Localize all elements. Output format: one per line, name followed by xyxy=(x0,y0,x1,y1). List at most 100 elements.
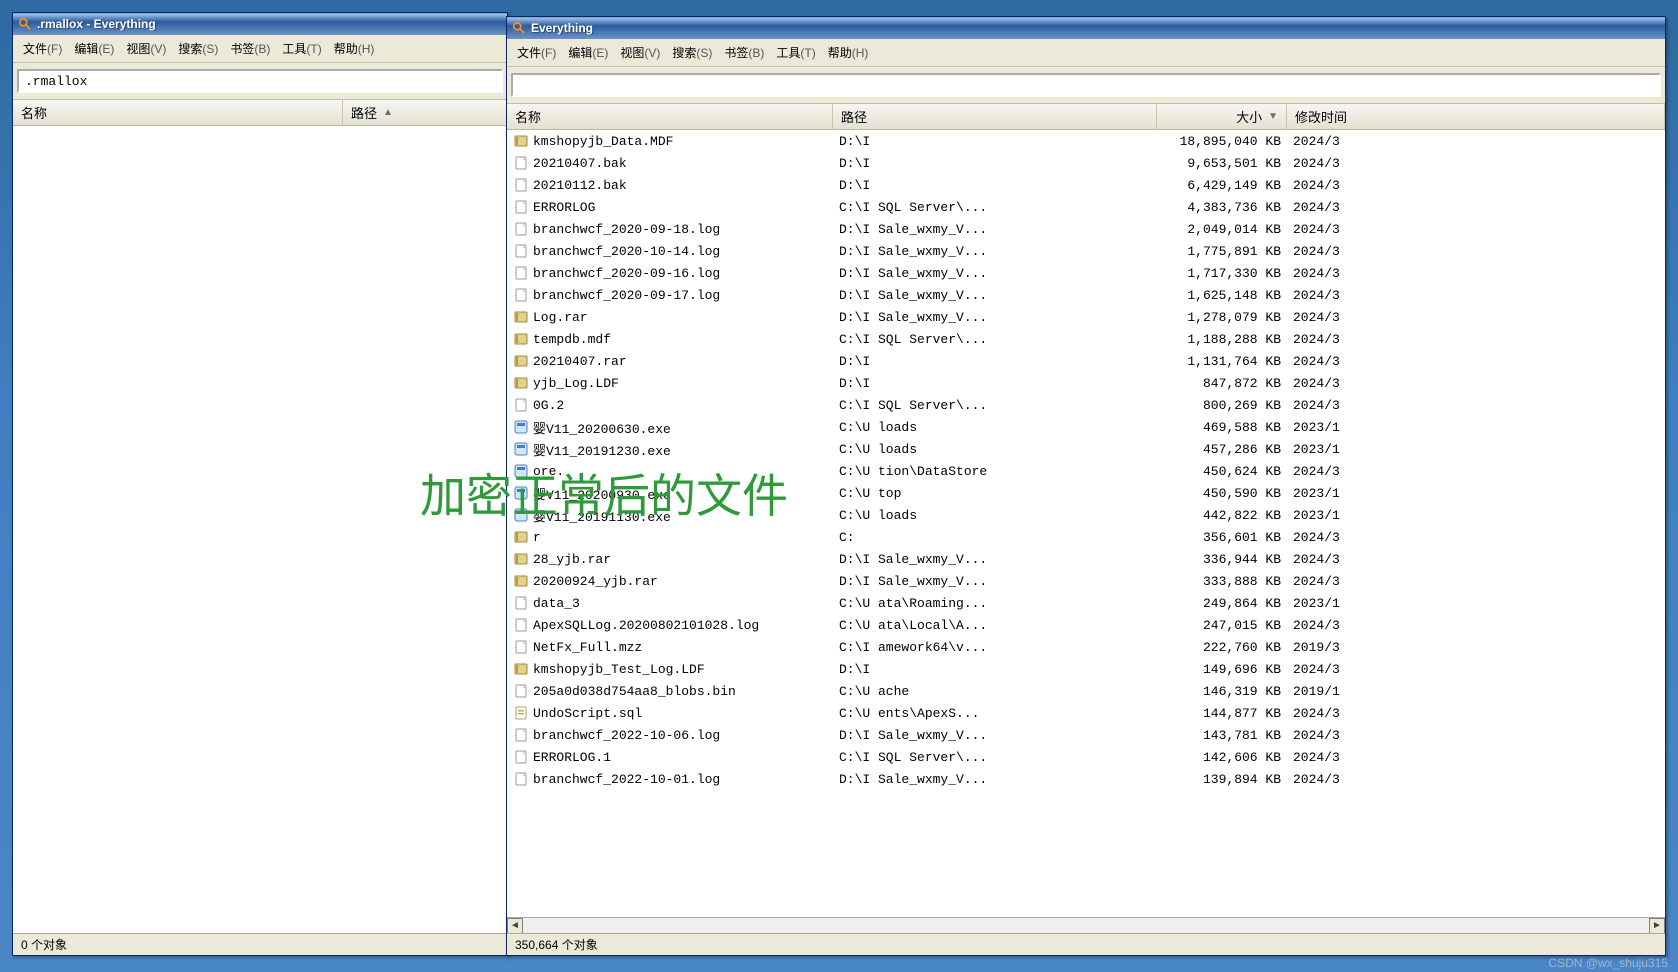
table-row[interactable]: 20210112.bakD:\I6,429,149 KB2024/3 xyxy=(507,174,1665,196)
cell-path: C:\I SQL Server\... xyxy=(833,332,1157,347)
table-row[interactable]: 28_yjb.rarD:\I Sale_wxmy_V...336,944 KB2… xyxy=(507,548,1665,570)
column-headers-right: 名称 路径 大小▼ 修改时间 xyxy=(507,104,1665,130)
cell-name: NetFx_Full.mzz xyxy=(507,639,833,655)
table-row[interactable]: ERRORLOG.1C:\I SQL Server\...142,606 KB2… xyxy=(507,746,1665,768)
table-row[interactable]: 婴V11_20191230.exeC:\U loads457,286 KB202… xyxy=(507,438,1665,460)
menu-帮助[interactable]: 帮助(H) xyxy=(822,42,875,63)
cell-date: 2024/3 xyxy=(1287,156,1665,171)
cell-date: 2024/3 xyxy=(1287,178,1665,193)
cell-path: C:\U loads xyxy=(833,420,1157,435)
col-date[interactable]: 修改时间 xyxy=(1287,104,1665,129)
table-row[interactable]: Log.rarD:\I Sale_wxmy_V...1,278,079 KB20… xyxy=(507,306,1665,328)
table-row[interactable]: 婴V11_20200930.exeC:\U top450,590 KB2023/… xyxy=(507,482,1665,504)
table-row[interactable]: 婴V11_20200630.exeC:\U loads469,588 KB202… xyxy=(507,416,1665,438)
cell-name: 28_yjb.rar xyxy=(507,551,833,567)
col-path[interactable]: 路径▲ xyxy=(343,100,507,125)
table-row[interactable]: ore. C:\U tion\DataStore450,624 KB2024/3 xyxy=(507,460,1665,482)
cell-size: 1,188,288 KB xyxy=(1157,332,1287,347)
cell-path: C:\U loads xyxy=(833,442,1157,457)
col-name[interactable]: 名称 xyxy=(13,100,343,125)
table-row[interactable]: data_3C:\U ata\Roaming...249,864 KB2023/… xyxy=(507,592,1665,614)
titlebar-left[interactable]: .rmallox - Everything xyxy=(13,13,507,35)
menu-搜索[interactable]: 搜索(S) xyxy=(666,42,718,63)
cell-name: 0G.2 xyxy=(507,397,833,413)
table-row[interactable]: branchwcf_2022-10-01.log D:\I Sale_wxmy_V… xyxy=(507,768,1665,790)
table-row[interactable]: ERRORLOGC:\I SQL Server\...4,383,736 KB2… xyxy=(507,196,1665,218)
cell-path: C:\U ache xyxy=(833,684,1157,699)
menu-工具[interactable]: 工具(T) xyxy=(770,42,821,63)
scroll-right-icon[interactable]: ► xyxy=(1649,918,1665,934)
menu-编辑[interactable]: 编辑(E) xyxy=(562,42,614,63)
cell-size: 6,429,149 KB xyxy=(1157,178,1287,193)
file-name: branchwcf_2020-10-14.log xyxy=(533,244,720,259)
titlebar-right[interactable]: Everything xyxy=(507,17,1665,39)
file-name: branchwcf_2022-10-01.log xyxy=(533,772,720,787)
cell-size: 1,131,764 KB xyxy=(1157,354,1287,369)
table-row[interactable]: branchwcf_2020-09-17.logD:\I Sale_wxmy_V… xyxy=(507,284,1665,306)
file-name: 205a0d038d754aa8_blobs.bin xyxy=(533,684,736,699)
cell-date: 2024/3 xyxy=(1287,244,1665,259)
menu-工具[interactable]: 工具(T) xyxy=(276,38,327,59)
col-size[interactable]: 大小▼ xyxy=(1157,104,1287,129)
table-row[interactable]: branchwcf_2020-09-16.logD:\I Sale_wxmy_V… xyxy=(507,262,1665,284)
table-row[interactable]: branchwcf_2020-09-18.logD:\I Sale_wxmy_V… xyxy=(507,218,1665,240)
table-row[interactable]: branchwcf_2022-10-06.logD:\I Sale_wxmy_V… xyxy=(507,724,1665,746)
menu-搜索[interactable]: 搜索(S) xyxy=(172,38,224,59)
cell-name: 205a0d038d754aa8_blobs.bin xyxy=(507,683,833,699)
table-row[interactable]: tempdb.mdfC:\I SQL Server\...1,188,288 K… xyxy=(507,328,1665,350)
scroll-track[interactable] xyxy=(523,918,1649,934)
table-row[interactable]: 婴V11_20191130.exeC:\U loads442,822 KB202… xyxy=(507,504,1665,526)
file-name: Log.rar xyxy=(533,310,588,325)
cell-path: C:\I amework64\v... xyxy=(833,640,1157,655)
menu-书签[interactable]: 书签(B) xyxy=(718,42,770,63)
menu-视图[interactable]: 视图(V) xyxy=(120,38,172,59)
file-name: data_3 xyxy=(533,596,580,611)
table-row[interactable]: ApexSQLLog.20200802101028.logC:\U ata\Lo… xyxy=(507,614,1665,636)
search-input[interactable] xyxy=(511,73,1661,97)
table-row[interactable]: kmshopyjb_Test_Log.LDFD:\I149,696 KB2024… xyxy=(507,658,1665,680)
results-list-left[interactable] xyxy=(13,126,507,933)
scroll-left-icon[interactable]: ◄ xyxy=(507,918,523,934)
table-row[interactable]: yjb_Log.LDFD:\I847,872 KB2024/3 xyxy=(507,372,1665,394)
menu-编辑[interactable]: 编辑(E) xyxy=(68,38,120,59)
menu-文件[interactable]: 文件(F) xyxy=(17,38,68,59)
table-row[interactable]: 0G.2C:\I SQL Server\...800,269 KB2024/3 xyxy=(507,394,1665,416)
results-list-right[interactable]: kmshopyjb_Data.MDFD:\I18,895,040 KB2024/… xyxy=(507,130,1665,917)
menu-帮助[interactable]: 帮助(H) xyxy=(328,38,381,59)
cell-name: kmshopyjb_Data.MDF xyxy=(507,133,833,149)
file-name: UndoScript.sql xyxy=(533,706,642,721)
table-row[interactable]: branchwcf_2020-10-14.logD:\I Sale_wxmy_V… xyxy=(507,240,1665,262)
cell-date: 2023/1 xyxy=(1287,508,1665,523)
search-input[interactable] xyxy=(17,69,503,93)
search-wrap xyxy=(507,67,1665,104)
cell-size: 1,278,079 KB xyxy=(1157,310,1287,325)
col-name[interactable]: 名称 xyxy=(507,104,833,129)
file-icon xyxy=(513,221,529,237)
table-row[interactable]: 20210407.rarD:\I1,131,764 KB2024/3 xyxy=(507,350,1665,372)
col-path[interactable]: 路径 xyxy=(833,104,1157,129)
table-row[interactable]: 20200924_yjb.rarD:\I Sale_wxmy_V...333,8… xyxy=(507,570,1665,592)
cell-path: D:\I xyxy=(833,376,1157,391)
table-row[interactable]: kmshopyjb_Data.MDFD:\I18,895,040 KB2024/… xyxy=(507,130,1665,152)
archive-icon xyxy=(513,529,529,545)
cell-date: 2024/3 xyxy=(1287,354,1665,369)
cell-size: 9,653,501 KB xyxy=(1157,156,1287,171)
table-row[interactable]: NetFx_Full.mzzC:\I amework64\v...222,760… xyxy=(507,636,1665,658)
table-row[interactable]: 20210407.bakD:\I9,653,501 KB2024/3 xyxy=(507,152,1665,174)
cell-size: 222,760 KB xyxy=(1157,640,1287,655)
menu-书签[interactable]: 书签(B) xyxy=(224,38,276,59)
menu-视图[interactable]: 视图(V) xyxy=(614,42,666,63)
cell-path: D:\I Sale_wxmy_V... xyxy=(833,772,1157,787)
archive-icon xyxy=(513,133,529,149)
file-name: r xyxy=(533,530,541,545)
cell-size: 247,015 KB xyxy=(1157,618,1287,633)
hscrollbar[interactable]: ◄ ► xyxy=(507,917,1665,933)
menu-文件[interactable]: 文件(F) xyxy=(511,42,562,63)
table-row[interactable]: UndoScript.sqlC:\U ents\ApexS...144,877 … xyxy=(507,702,1665,724)
file-icon xyxy=(513,771,529,787)
cell-path: C:\I SQL Server\... xyxy=(833,200,1157,215)
cell-name: ERRORLOG xyxy=(507,199,833,215)
file-name: 28_yjb.rar xyxy=(533,552,611,567)
table-row[interactable]: rC:356,601 KB2024/3 xyxy=(507,526,1665,548)
table-row[interactable]: 205a0d038d754aa8_blobs.binC:\U ache146,3… xyxy=(507,680,1665,702)
